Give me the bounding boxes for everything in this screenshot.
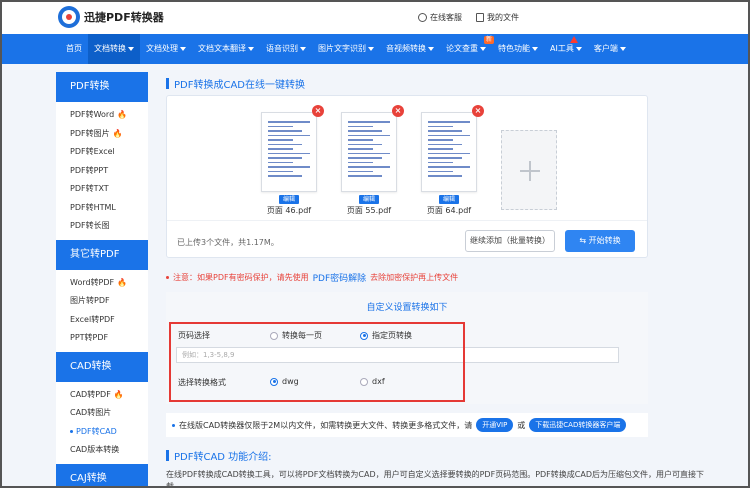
download-client-button[interactable]: 下载迅捷CAD转换器客户端 [529,418,627,432]
nav-item[interactable]: 文档文本翻译 [192,34,260,64]
chevron-down-icon [368,46,374,51]
chevron-down-icon [428,46,434,51]
nav-item[interactable]: 图片文字识别 [312,34,380,64]
fire-icon: 🔥 [112,128,123,138]
file-name: 页面 55.pdf [346,206,392,215]
nav-item[interactable]: 文档处理 [140,34,192,64]
chevron-down-icon [480,46,486,51]
my-files-link[interactable]: 我的文件 [476,12,519,23]
sidebar-item[interactable]: PDF转PPT [56,162,148,181]
file-thumbnail[interactable]: × [341,105,404,192]
edit-file-button[interactable]: 编辑 [439,195,459,204]
sidebar-section-title[interactable]: PDF转换 [56,72,148,102]
upload-area[interactable]: × 编辑页面 46.pdf × 编辑页面 55.pdf × 编辑页面 64.pdf 已上传… [166,95,648,258]
sidebar-item[interactable]: CAD版本转换 [56,441,148,460]
open-vip-button[interactable]: 开通VIP [476,418,514,432]
customer-service-link[interactable]: 在线客服 [418,12,462,23]
chevron-down-icon [248,46,254,51]
nav-item[interactable]: 客户端 [588,34,632,64]
nav-item[interactable]: 首页 [60,34,88,64]
upload-status: 已上传3个文件，共1.17M。 [177,238,279,247]
sidebar-section-title[interactable]: CAJ转换 [56,463,148,488]
sidebar-item[interactable]: CAD转图片 [56,404,148,423]
limit-info-bar: 在线版CAD转换器仅限于2M以内文件，如需转换更大文件、转换更多格式文件，请 开… [166,413,648,437]
fire-icon: 🔥 [113,389,124,399]
start-convert-button[interactable]: ⇆ 开始转换 [565,230,635,252]
nav-item[interactable]: 语音识别 [260,34,312,64]
nav-item[interactable]: 特色功能 [492,34,544,64]
main-nav: 首页 文档转换 文档处理 文档文本翻译 语音识别 图片文字识别 音视频转换 论文查重新特色功能… [0,34,750,64]
sidebar-item[interactable]: PDF转TXT [56,180,148,199]
edit-file-button[interactable]: 编辑 [359,195,379,204]
pdf-password-remove-link[interactable]: PDF密码解除 [313,271,367,284]
chevron-down-icon [619,46,626,51]
nav-item[interactable]: 论文查重新 [440,34,494,64]
bullet-dot [166,276,169,279]
password-note: 注意：如果PDF有密码保护，请先使用 PDF密码解除 去除加密保护再上传文件 [166,271,458,284]
fire-icon: 🔥 [117,277,128,287]
logo[interactable]: 迅捷PDF转换器 [58,6,164,28]
fire-icon: 🔥 [117,110,128,119]
add-file-box[interactable] [501,130,557,210]
remove-file-icon[interactable]: × [392,105,404,117]
remove-file-icon[interactable]: × [472,105,484,117]
intro-text: 在线PDF转换成CAD转换工具，可以将PDF文档转换为CAD，用户可自定义选择要… [166,470,704,488]
arrow-up-icon [570,36,578,43]
headset-icon [418,13,427,22]
sidebar-item[interactable]: PDF转图片 🔥 [56,125,148,144]
divider [167,220,647,221]
sidebar-item[interactable]: PDF转Word 🔥 [56,106,148,125]
sidebar: PDF转换 PDF转Word 🔥 PDF转图片 🔥 PDF转Excel PDF转PPT PDF… [56,72,148,488]
chevron-down-icon [575,46,582,51]
sidebar-item[interactable]: 图片转PDF [56,292,148,311]
sidebar-item[interactable]: Excel转PDF [56,311,148,330]
title-accent-bar [166,450,169,461]
remove-file-icon[interactable]: × [312,105,324,117]
sidebar-item[interactable]: PDF转Excel [56,143,148,162]
page-title: PDF转换成CAD在线一键转换 [166,76,305,91]
chevron-down-icon [180,46,186,51]
nav-item[interactable]: 音视频转换 [380,34,440,64]
nav-item[interactable]: AI工具 [544,34,588,64]
sidebar-item[interactable]: PDF转CAD [56,423,148,442]
logo-text: 迅捷PDF转换器 [84,11,164,24]
bullet-dot [172,423,175,427]
file-name: 页面 64.pdf [426,206,472,215]
chevron-down-icon [532,46,538,51]
chevron-down-icon [300,46,306,51]
sidebar-item[interactable]: Word转PDF 🔥 [56,274,148,293]
options-title: 自定义设置转换如下 [366,303,448,313]
title-accent-bar [166,78,169,89]
file-thumbnail[interactable]: × [421,105,484,192]
intro-title: PDF转CAD 功能介绍: [166,448,272,463]
sidebar-item[interactable]: CAD转PDF 🔥 [56,386,148,405]
sidebar-section-title[interactable]: CAD转换 [56,351,148,382]
selected-dot [70,430,73,434]
top-header: 迅捷PDF转换器 在线客服 我的文件 [0,0,750,34]
sidebar-item[interactable]: PDF转长图 [56,217,148,236]
chevron-down-icon [128,46,134,51]
file-thumbnail[interactable]: × [261,105,324,192]
logo-icon [58,6,80,28]
highlight-rectangle [169,322,465,402]
sidebar-item[interactable]: PDF转HTML [56,199,148,218]
convert-icon: ⇆ [579,236,589,245]
sidebar-section-title[interactable]: 其它转PDF [56,239,148,270]
document-icon [476,13,484,22]
continue-add-button[interactable]: 继续添加（批量转换） [465,230,555,252]
nav-item[interactable]: 文档转换 [88,34,140,64]
edit-file-button[interactable]: 编辑 [279,195,299,204]
file-name: 页面 46.pdf [266,206,312,215]
sidebar-item[interactable]: PPT转PDF [56,329,148,348]
